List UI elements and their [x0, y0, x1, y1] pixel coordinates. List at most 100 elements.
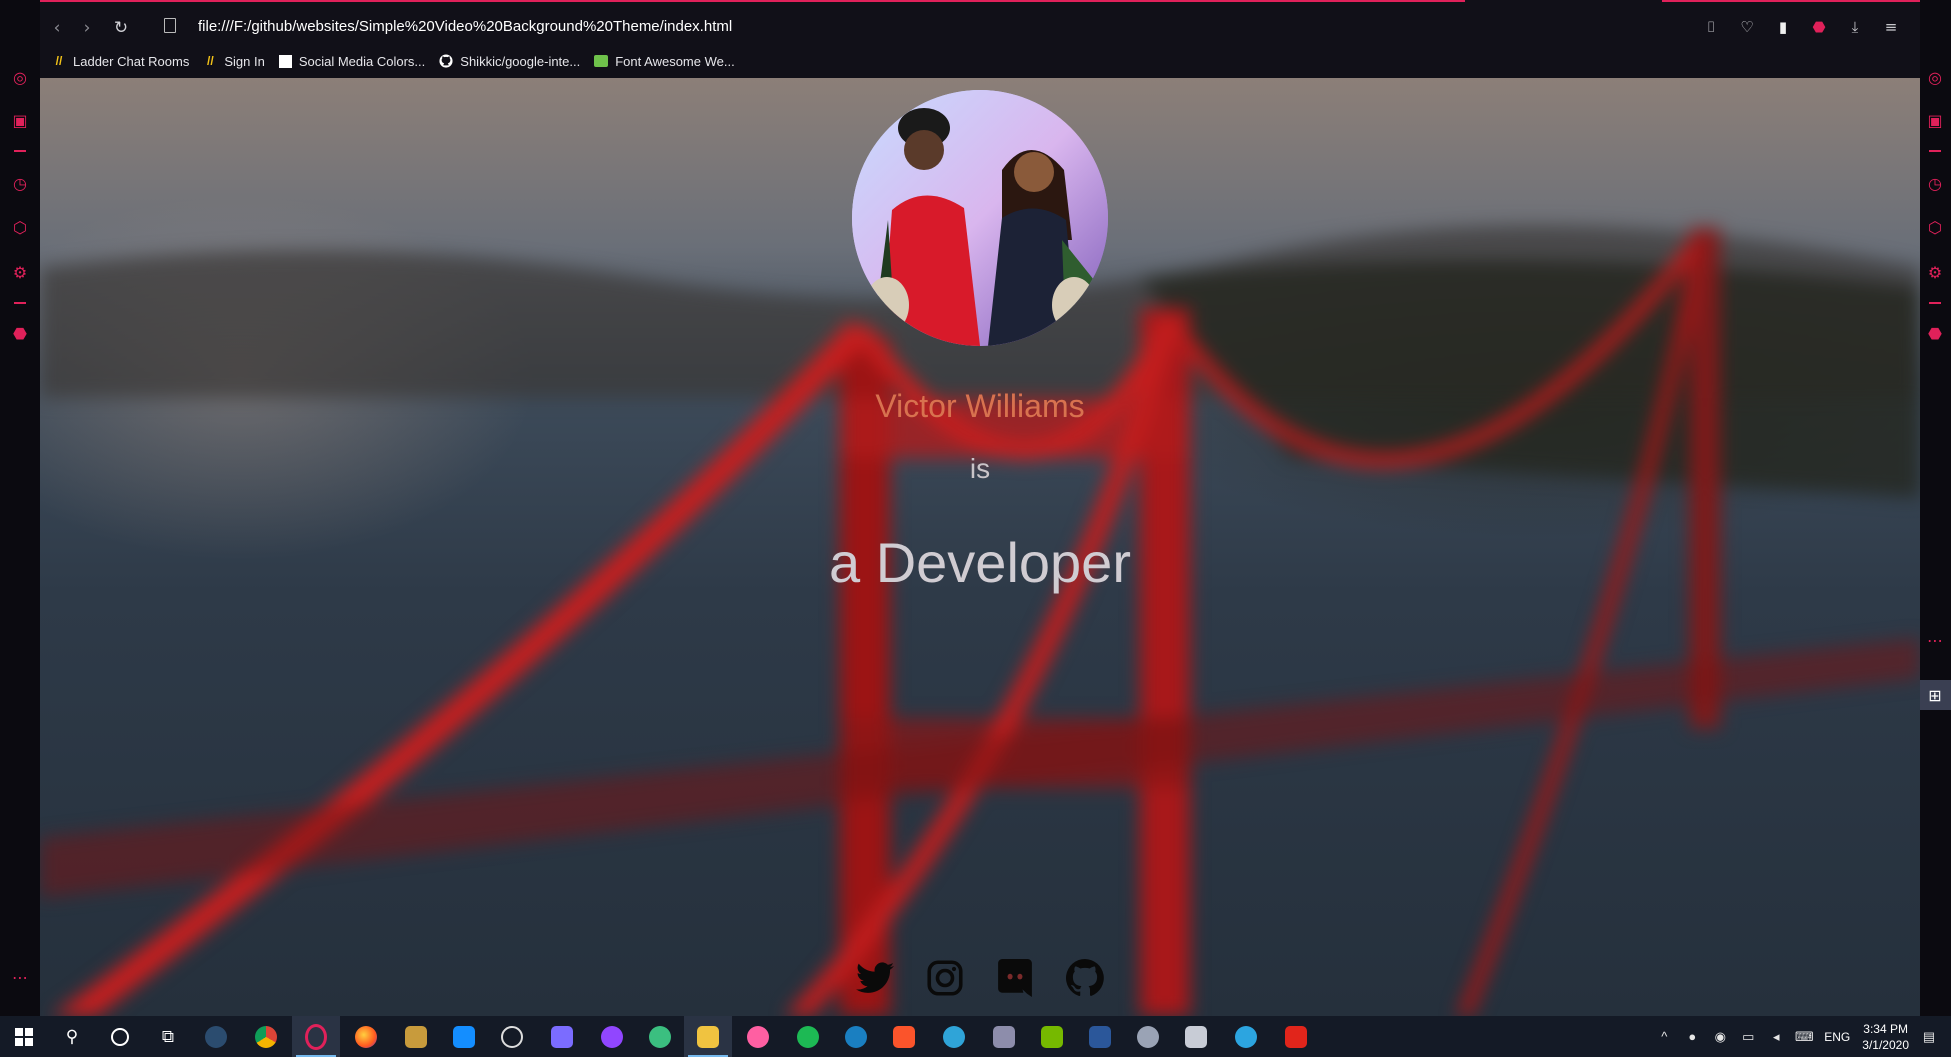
windows-icon	[15, 1027, 33, 1046]
bookmark-item[interactable]: Shikkic/google-inte...	[439, 54, 580, 69]
bookmark-item[interactable]: // Sign In	[203, 53, 265, 69]
bookmark-item[interactable]: Font Awesome We...	[594, 53, 735, 69]
bookmark-item[interactable]: Social Media Colors...	[278, 53, 426, 69]
steam-icon[interactable]: ●	[1684, 1029, 1700, 1045]
chrome-icon[interactable]: ◉	[1712, 1029, 1728, 1045]
address-bar-row: ‹ › ↻ file:///F:/github/websites/Simple%…	[40, 8, 1920, 46]
bookmark-label: Sign In	[224, 53, 265, 69]
windows-icon[interactable]: ⊞	[1919, 680, 1951, 710]
history-icon[interactable]: ◷	[1919, 168, 1951, 198]
steam-icon[interactable]	[192, 1016, 240, 1057]
bookmark-label: Shikkic/google-inte...	[460, 53, 581, 69]
profile-avatar	[852, 90, 1108, 346]
browser-chrome: ‹ › ↻ file:///F:/github/websites/Simple%…	[40, 0, 1920, 78]
ublock-icon[interactable]: ⬣	[1808, 16, 1830, 38]
start-button[interactable]	[0, 1016, 48, 1057]
settings-icon[interactable]: ⚙	[1919, 257, 1951, 287]
bookmark-label: Social Media Colors...	[298, 53, 426, 69]
musescore-icon[interactable]	[832, 1016, 880, 1057]
brave-icon[interactable]	[880, 1016, 928, 1057]
snapshot-icon[interactable]: ⌷	[1700, 16, 1722, 38]
league-icon[interactable]	[392, 1016, 440, 1057]
network-icon[interactable]: ▭	[1740, 1029, 1756, 1045]
role-text: a Developer	[829, 531, 1131, 594]
itunes-icon[interactable]	[734, 1016, 782, 1057]
clock[interactable]: 3:34 PM 3/1/2020	[1862, 1021, 1909, 1053]
clock-time: 3:34 PM	[1863, 1021, 1908, 1036]
game-icon[interactable]	[980, 1016, 1028, 1057]
profile-name: Victor Williams	[875, 388, 1085, 424]
telegram-icon[interactable]	[1222, 1016, 1270, 1057]
volume-icon[interactable]: ◂	[1768, 1029, 1784, 1045]
speed-dial-icon[interactable]: ◎	[0, 62, 40, 92]
bookmark-label: Ladder Chat Rooms	[73, 53, 190, 69]
nvidia-icon[interactable]	[1028, 1016, 1076, 1057]
chevron-up-icon[interactable]: ^	[1656, 1029, 1672, 1045]
more-icon[interactable]: ⋯	[0, 962, 40, 992]
social-links	[40, 958, 1920, 998]
toolbar-icons: ⌷ ♡ ▮ ⬣ ⤓ ≡	[1700, 16, 1902, 38]
page-content: Victor Williams is a Developer	[40, 78, 1920, 1016]
extensions-icon[interactable]: ⬡	[1919, 212, 1951, 242]
back-icon[interactable]: ‹	[46, 17, 68, 39]
clock-date: 3/1/2020	[1862, 1037, 1909, 1052]
firefox-icon[interactable]	[342, 1016, 390, 1057]
overwolf-icon[interactable]	[488, 1016, 536, 1057]
ladder-icon: //	[55, 54, 63, 68]
acrobat-icon[interactable]	[1272, 1016, 1320, 1057]
file-explorer-icon[interactable]	[684, 1016, 732, 1057]
system-tray: ^ ● ◉ ▭ ◂ ⌨ ENG 3:34 PM 3/1/2020 ▤	[1656, 1016, 1951, 1057]
twitch-icon[interactable]: ▣	[1919, 105, 1951, 135]
keyboard-icon[interactable]: ⌨	[1795, 1029, 1814, 1045]
bookmarks-bar: // Ladder Chat Rooms // Sign In Social M…	[52, 50, 735, 72]
battlenet-icon[interactable]	[440, 1016, 488, 1057]
twitch-icon[interactable]	[588, 1016, 636, 1057]
connector-text: is	[969, 453, 991, 484]
url-field[interactable]: file:///F:/github/websites/Simple%20Vide…	[198, 18, 732, 35]
heart-icon[interactable]: ♡	[1736, 16, 1758, 38]
opera-icon[interactable]	[292, 1016, 340, 1057]
speed-dial-icon[interactable]: ◎	[1919, 62, 1951, 92]
twitter-icon[interactable]	[855, 958, 895, 998]
download-icon[interactable]: ⤓	[1844, 16, 1866, 38]
word-icon[interactable]	[1076, 1016, 1124, 1057]
more-icon[interactable]: ⋯	[1919, 625, 1951, 655]
app-icon[interactable]	[636, 1016, 684, 1057]
bookmark-label: Font Awesome We...	[615, 53, 735, 69]
ublock-icon[interactable]: ⬣	[1919, 318, 1951, 348]
forward-icon[interactable]: ›	[76, 17, 98, 39]
bookmark-item[interactable]: // Ladder Chat Rooms	[52, 53, 190, 69]
cortana-icon[interactable]	[96, 1016, 144, 1057]
app-icon[interactable]	[1124, 1016, 1172, 1057]
left-sidebar: ◎ ▣ ◷ ⬡ ⚙ ⬣ ⋯	[0, 0, 40, 1016]
page-icon	[278, 54, 292, 68]
language-indicator[interactable]: ENG	[1824, 1030, 1850, 1044]
page-viewport: Victor Williams is a Developer	[40, 78, 1920, 1016]
twitch-icon[interactable]: ▣	[0, 105, 40, 135]
settings-icon[interactable]: ⚙	[0, 257, 40, 287]
messenger-icon[interactable]	[538, 1016, 586, 1057]
tab-accent-line	[1662, 0, 1920, 2]
extension-icon[interactable]: ▮	[1772, 16, 1794, 38]
app-icon[interactable]	[1172, 1016, 1220, 1057]
dolphin-icon[interactable]	[930, 1016, 978, 1057]
notifications-icon[interactable]: ▤	[1921, 1029, 1937, 1045]
font-awesome-icon	[594, 55, 609, 67]
github-icon	[439, 54, 453, 68]
menu-icon[interactable]: ≡	[1880, 16, 1902, 38]
page-icon	[164, 18, 176, 33]
reload-icon[interactable]: ↻	[110, 17, 132, 39]
discord-icon[interactable]	[995, 958, 1035, 998]
instagram-icon[interactable]	[925, 958, 965, 998]
sidebar-separator	[1929, 302, 1941, 304]
history-icon[interactable]: ◷	[0, 168, 40, 198]
ladder-icon: //	[207, 54, 214, 68]
sidebar-separator	[1929, 150, 1941, 152]
chrome-icon[interactable]	[242, 1016, 290, 1057]
github-icon[interactable]	[1065, 958, 1105, 998]
task-view-icon[interactable]: ⧉	[144, 1016, 192, 1057]
extensions-icon[interactable]: ⬡	[0, 212, 40, 242]
ublock-icon[interactable]: ⬣	[0, 318, 40, 348]
spotify-icon[interactable]	[784, 1016, 832, 1057]
search-icon[interactable]: ⚲	[48, 1016, 96, 1057]
